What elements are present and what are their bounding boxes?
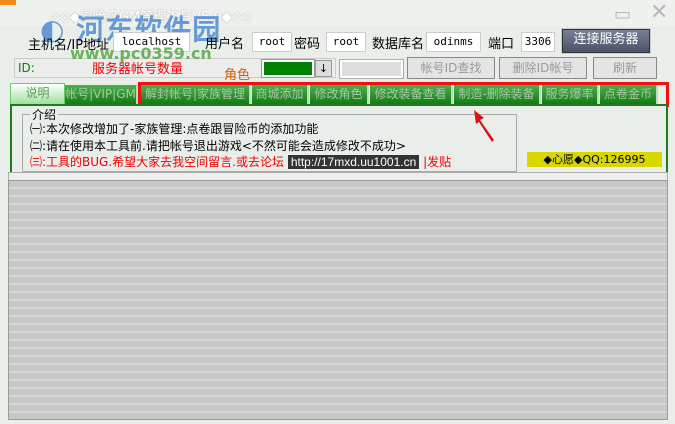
connect-server-button[interactable]: 连接服务器	[561, 28, 651, 54]
id-label: ID:	[18, 61, 35, 75]
intro-line-3-end: |发贴	[423, 155, 452, 169]
qq-badge: ◆心愿◆QQ:126995	[527, 152, 662, 167]
chevron-down-icon[interactable]: ↓	[315, 60, 332, 77]
intro-line-3: ㈢:工具的BUG.希望大家去我空间留言.或去论坛 http://17mxd.uu…	[30, 153, 451, 170]
close-button[interactable]: ✕	[650, 0, 668, 25]
search-value-input[interactable]	[339, 59, 404, 79]
intro-line-3-text: ㈢:工具的BUG.希望大家去我空间留言.或去论坛	[30, 155, 284, 169]
watermark-url: www.pc0359.cn	[70, 44, 212, 63]
arrow-icon	[474, 110, 494, 142]
password-label: 密码	[294, 37, 321, 52]
forum-link[interactable]: http://17mxd.uu1001.cn	[287, 155, 420, 169]
port-label: 端口	[488, 37, 515, 52]
intro-line-2: ㈡:请在使用本工具前.请把帐号退出游戏<不然可能会造成修改不成功>	[30, 139, 406, 153]
db-label: 数据库名	[372, 37, 425, 52]
app-icon	[0, 0, 16, 5]
refresh-button[interactable]: 刷新	[593, 57, 657, 79]
role-select[interactable]	[261, 59, 315, 78]
user-input[interactable]: root	[252, 32, 292, 52]
db-input[interactable]: odinms	[426, 32, 481, 52]
password-input[interactable]: root	[326, 32, 366, 52]
intro-line-1: ㈠:本次修改增加了-家族管理:点卷跟冒险币的添加功能	[30, 122, 319, 136]
delete-account-button[interactable]: 删除ID帐号	[499, 57, 587, 79]
minimize-button[interactable]: ▭	[614, 4, 631, 25]
data-table[interactable]	[8, 180, 668, 420]
tab-intro[interactable]: 说明	[10, 83, 65, 105]
role-label: 角色	[224, 68, 251, 83]
tab-account-vip-gm[interactable]: 帐号|VIP|GM	[65, 85, 138, 104]
find-account-button[interactable]: 帐号ID查找	[407, 57, 495, 79]
port-input[interactable]: 3306	[521, 32, 555, 52]
